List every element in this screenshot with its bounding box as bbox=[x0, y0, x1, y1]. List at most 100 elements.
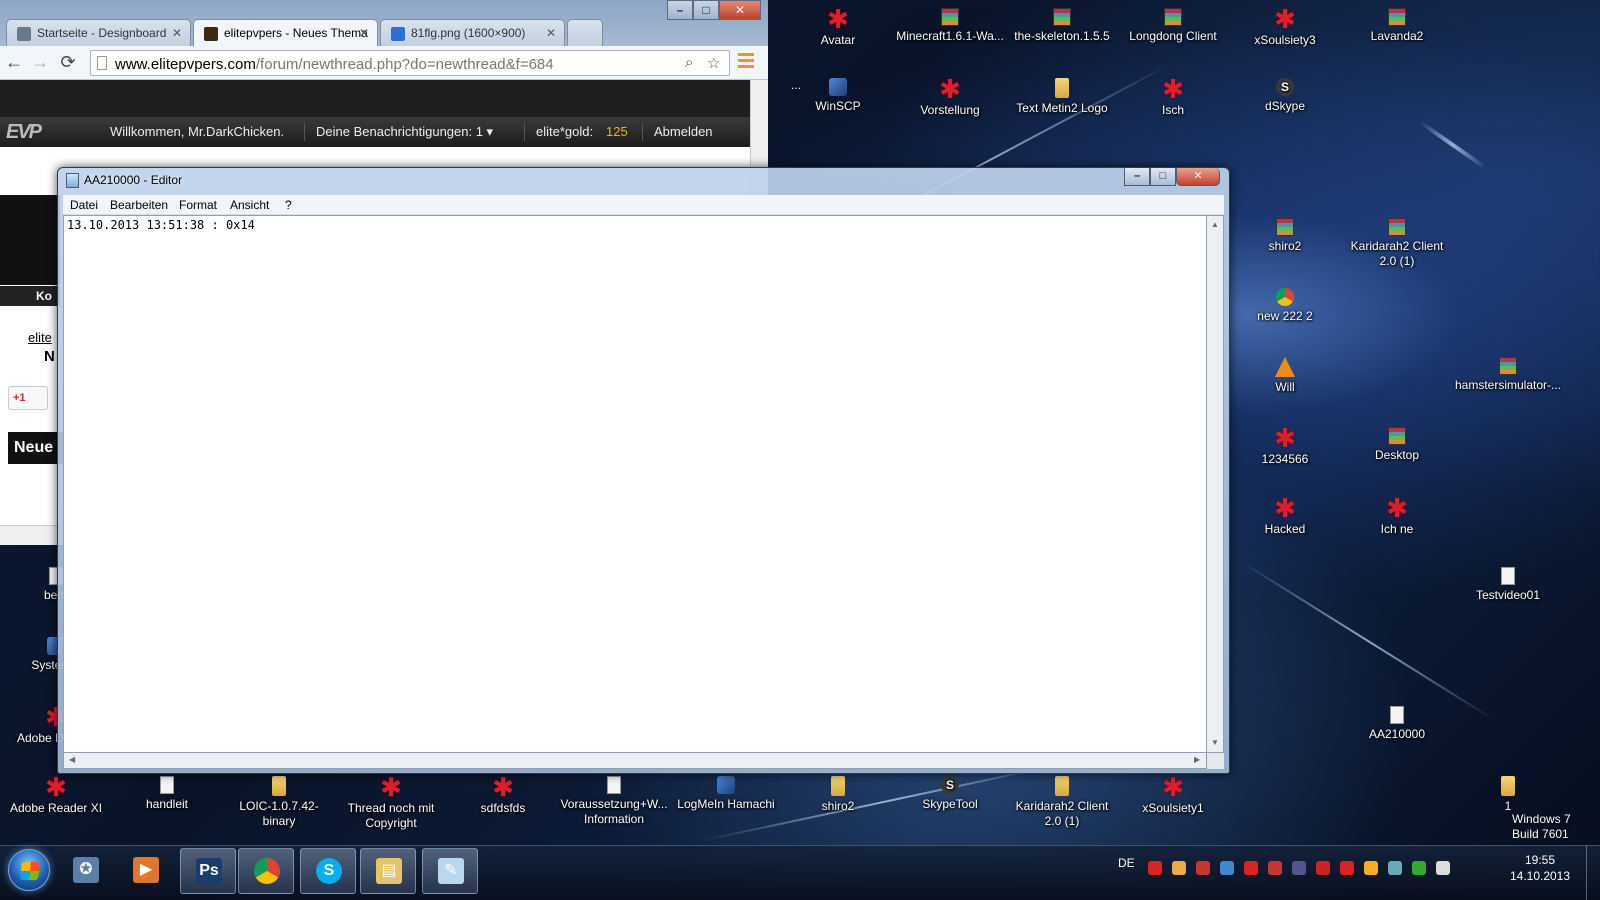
new-tab-button[interactable] bbox=[567, 19, 603, 46]
tray-icon[interactable] bbox=[1196, 861, 1210, 875]
menu-edit[interactable]: Bearbeiten bbox=[110, 198, 168, 212]
desktop-icon[interactable]: the-skeleton.1.5.5 bbox=[1006, 8, 1118, 44]
tab-close-icon[interactable]: ✕ bbox=[359, 26, 369, 40]
scroll-right-icon[interactable]: ▶ bbox=[1194, 755, 1200, 764]
menu-file[interactable]: Datei bbox=[70, 198, 98, 212]
menu-help[interactable]: ? bbox=[285, 198, 292, 212]
scroll-up-icon[interactable]: ▲ bbox=[1211, 220, 1219, 229]
notepad-close-button[interactable]: ✕ bbox=[1176, 168, 1220, 186]
chrome-menu-icon[interactable] bbox=[738, 53, 754, 71]
language-indicator[interactable]: DE bbox=[1118, 856, 1135, 870]
desktop-icon[interactable]: Desktop bbox=[1341, 427, 1453, 463]
desktop-icon[interactable]: Longdong Client bbox=[1117, 8, 1229, 44]
desktop-icon[interactable]: Testvideo01 bbox=[1452, 567, 1564, 603]
desktop-icon[interactable]: Text Metin2 Logo bbox=[1006, 78, 1118, 116]
notifications-link[interactable]: Deine Benachrichtigungen: 1 ▾ bbox=[316, 124, 493, 140]
bookmark-star-icon[interactable]: ☆ bbox=[707, 54, 720, 72]
site-header bbox=[0, 80, 750, 117]
vertical-scrollbar[interactable]: ▲ ▼ bbox=[1207, 215, 1224, 753]
site-logo[interactable]: EVP bbox=[6, 121, 42, 144]
google-plus-button[interactable]: +1 bbox=[8, 386, 48, 410]
tray-icon[interactable] bbox=[1388, 861, 1402, 875]
desktop-icon[interactable]: new 222 2 bbox=[1229, 288, 1341, 324]
clock[interactable]: 19:55 14.10.2013 bbox=[1505, 852, 1575, 884]
tray-icon[interactable] bbox=[1340, 861, 1354, 875]
desktop-icon[interactable]: Lavanda2 bbox=[1341, 8, 1453, 44]
forward-button[interactable]: → bbox=[30, 52, 50, 72]
chrome-icon bbox=[1276, 288, 1294, 306]
tray-icon[interactable] bbox=[1316, 861, 1330, 875]
desktop-icon[interactable]: hamstersimulator-... bbox=[1452, 357, 1564, 393]
desktop-icon[interactable]: Minecraft1.6.1-Wa... bbox=[894, 8, 1006, 44]
folder-icon bbox=[1055, 776, 1069, 796]
tab-image[interactable]: 81flg.png (1600×900) ✕ bbox=[380, 19, 565, 46]
tray-icon[interactable] bbox=[1148, 861, 1162, 875]
size-grip[interactable] bbox=[1207, 753, 1224, 769]
desktop-icon[interactable]: ✱ xSoulsiety1 bbox=[1117, 774, 1229, 816]
desktop-icon[interactable]: shiro2 bbox=[782, 776, 894, 814]
desktop-icon[interactable]: ✱ sdfdsfds bbox=[447, 774, 559, 816]
taskbar-explorer-button[interactable]: ▤ bbox=[360, 848, 416, 894]
tray-icon[interactable] bbox=[1436, 861, 1450, 875]
tray-icon[interactable] bbox=[1220, 861, 1234, 875]
taskbar-media-player-button[interactable]: ▶ bbox=[118, 848, 174, 894]
tray-icon[interactable] bbox=[1292, 861, 1306, 875]
browser-maximize-button[interactable]: □ bbox=[693, 0, 719, 20]
tab-close-icon[interactable]: ✕ bbox=[172, 26, 182, 40]
desktop-icon[interactable]: Will bbox=[1229, 357, 1341, 395]
desktop-icon[interactable]: AA210000 bbox=[1341, 706, 1453, 742]
scroll-left-icon[interactable]: ◀ bbox=[69, 755, 75, 764]
text-editor-area[interactable]: 13.10.2013 13:51:38 : 0x14 bbox=[63, 215, 1207, 753]
desktop-icon[interactable]: ✱ xSoulsiety3 bbox=[1229, 6, 1341, 48]
desktop-icon[interactable]: shiro2 bbox=[1229, 218, 1341, 254]
desktop-icon[interactable]: ✱ Avatar bbox=[782, 6, 894, 48]
site-nav-tab[interactable]: Ko bbox=[0, 286, 60, 306]
desktop-icon[interactable]: 1 bbox=[1452, 776, 1564, 814]
logout-link[interactable]: Abmelden bbox=[654, 124, 713, 139]
menu-view[interactable]: Ansicht bbox=[230, 198, 269, 212]
desktop-icon[interactable]: ✱ Ich ne bbox=[1341, 495, 1453, 537]
desktop-icon[interactable]: Karidarah2 Client 2.0 (1) bbox=[1341, 218, 1453, 269]
desktop-icon[interactable]: ✱ Adobe Reader XI bbox=[0, 774, 112, 816]
tab-designboard[interactable]: Startseite - Designboard ✕ bbox=[6, 19, 191, 46]
zoom-icon[interactable]: ⌕ bbox=[685, 54, 693, 71]
tray-icon[interactable] bbox=[1172, 861, 1186, 875]
desktop-icon[interactable]: ✱ Thread noch mit Copyright bbox=[335, 774, 447, 831]
desktop-icon[interactable]: S SkypeTool bbox=[894, 776, 1006, 812]
desktop-icon[interactable]: ✱ Isch bbox=[1117, 76, 1229, 118]
show-desktop-button[interactable] bbox=[1586, 846, 1600, 900]
desktop-icon[interactable]: ✱ Vorstellung bbox=[894, 76, 1006, 118]
desktop-icon[interactable]: Karidarah2 Client 2.0 (1) bbox=[1006, 776, 1118, 829]
back-button[interactable]: ← bbox=[4, 52, 24, 72]
tray-icon[interactable] bbox=[1244, 861, 1258, 875]
notepad-maximize-button[interactable]: □ bbox=[1150, 168, 1176, 186]
taskbar-skype-button[interactable]: S bbox=[300, 848, 356, 894]
start-button[interactable] bbox=[8, 849, 50, 891]
address-bar[interactable]: www.elitepvpers.com/forum/newthread.php?… bbox=[90, 50, 730, 76]
browser-close-button[interactable]: ✕ bbox=[719, 0, 761, 20]
taskbar-notepad-button[interactable]: ✎ bbox=[422, 848, 478, 894]
rar-icon bbox=[1388, 218, 1406, 236]
desktop-icon[interactable]: handleit bbox=[111, 776, 223, 812]
desktop-icon[interactable]: ✱ Hacked bbox=[1229, 495, 1341, 537]
desktop-icon[interactable]: LogMeIn Hamachi bbox=[670, 776, 782, 812]
desktop-icon[interactable]: ✱ 1234566 bbox=[1229, 425, 1341, 467]
scroll-down-icon[interactable]: ▼ bbox=[1211, 738, 1219, 747]
taskbar-chrome-button[interactable] bbox=[238, 848, 294, 894]
tray-icon[interactable] bbox=[1364, 861, 1378, 875]
taskbar-media-center-button[interactable]: ✪ bbox=[58, 848, 114, 894]
tray-icon[interactable] bbox=[1412, 861, 1426, 875]
notepad-minimize-button[interactable]: – bbox=[1124, 168, 1150, 186]
tray-icon[interactable] bbox=[1268, 861, 1282, 875]
reload-button[interactable]: ⟳ bbox=[58, 52, 78, 72]
menu-format[interactable]: Format bbox=[179, 198, 217, 212]
taskbar-photoshop-button[interactable]: Ps bbox=[180, 848, 236, 894]
horizontal-scrollbar[interactable]: ◀ ▶ bbox=[63, 753, 1207, 769]
tab-close-icon[interactable]: ✕ bbox=[546, 26, 556, 40]
tab-elitepvpers[interactable]: elitepvpers - Neues Thema ✕ bbox=[193, 19, 378, 46]
breadcrumb-link[interactable]: elite bbox=[28, 330, 52, 345]
desktop-icon[interactable]: Voraussetzung+W... Information bbox=[558, 776, 670, 827]
desktop-icon[interactable]: SdSkype bbox=[1229, 78, 1341, 114]
browser-minimize-button[interactable]: – bbox=[667, 0, 693, 20]
desktop-icon[interactable]: LOIC-1.0.7.42-binary bbox=[223, 776, 335, 829]
